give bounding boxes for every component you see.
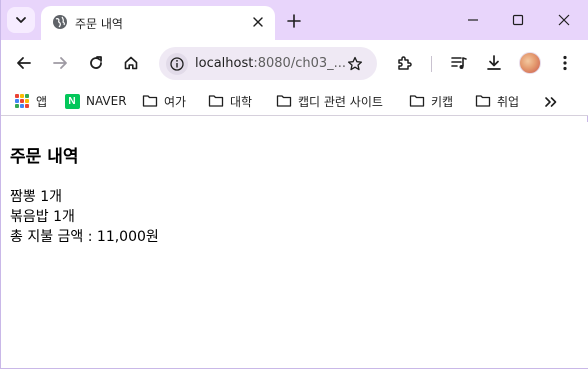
bookmark-label: 앱 xyxy=(36,94,48,109)
bookmark-label: 대학 xyxy=(230,94,253,109)
profile-avatar[interactable] xyxy=(519,52,541,74)
url-host: localhost xyxy=(195,56,254,71)
bookmark-star-button[interactable] xyxy=(345,54,365,74)
folder-icon xyxy=(475,93,491,109)
close-icon xyxy=(253,17,263,27)
order-lines: 짬뽕 1개 볶음밥 1개 총 지불 금액 : 11,000원 xyxy=(10,187,580,247)
tab-close-button[interactable] xyxy=(248,12,268,32)
site-info-button[interactable] xyxy=(166,53,188,75)
extensions-button[interactable] xyxy=(393,51,417,75)
reload-button[interactable] xyxy=(84,51,108,75)
close-window-button[interactable] xyxy=(544,6,584,34)
download-icon xyxy=(487,55,501,70)
page-content: 주문 내역 짬뽕 1개 볶음밥 1개 총 지불 금액 : 11,000원 xyxy=(1,122,588,368)
home-button[interactable] xyxy=(119,51,143,75)
tab-title: 주문 내역 xyxy=(75,17,123,31)
bookmark-label: NAVER xyxy=(86,94,127,108)
more-vertical-icon xyxy=(563,55,567,71)
maximize-icon xyxy=(512,14,524,26)
tab-strip: 주문 내역 xyxy=(1,0,588,40)
reload-icon xyxy=(90,56,102,69)
plus-icon xyxy=(287,14,301,28)
media-control-button[interactable] xyxy=(447,51,471,75)
bookmark-label: 캡디 관련 사이트 xyxy=(298,94,383,109)
order-item-line: 볶음밥 1개 xyxy=(10,209,75,225)
arrow-left-icon xyxy=(17,57,31,69)
url-text[interactable]: localhost:8080/ch03_... xyxy=(195,56,346,71)
bookmarks-overflow-button[interactable] xyxy=(541,93,561,111)
info-icon xyxy=(170,57,184,71)
globe-icon xyxy=(53,15,67,29)
chevron-down-icon xyxy=(16,17,26,23)
order-item-line: 짬뽕 1개 xyxy=(10,189,62,205)
toolbar-divider xyxy=(431,56,432,72)
maximize-button[interactable] xyxy=(498,6,538,34)
tab-search-button[interactable] xyxy=(7,7,35,33)
home-icon xyxy=(124,56,138,70)
bookmark-label: 취업 xyxy=(497,94,520,109)
active-tab[interactable]: 주문 내역 xyxy=(41,6,275,40)
star-icon xyxy=(347,56,363,71)
browser-window: 주문 내역 localhost:8080/ch03_... 앱 N NAVER … xyxy=(0,0,588,369)
bookmarks-bar: 앱 N NAVER 여가 대학 캡디 관련 사이트 키캡 취업 xyxy=(1,86,588,116)
bookmark-folder-capstone[interactable]: 캡디 관련 사이트 xyxy=(276,92,383,110)
bookmark-naver[interactable]: N NAVER xyxy=(64,92,127,110)
url-path: :8080/ch03_... xyxy=(253,56,347,71)
page-heading: 주문 내역 xyxy=(10,147,79,167)
navigation-toolbar: localhost:8080/ch03_... xyxy=(1,40,588,86)
minimize-button[interactable] xyxy=(453,6,493,34)
bookmark-apps[interactable]: 앱 xyxy=(14,92,47,110)
bookmark-label: 키캡 xyxy=(431,94,454,109)
folder-icon xyxy=(208,93,224,109)
menu-button[interactable] xyxy=(553,51,577,75)
address-bar[interactable]: localhost:8080/ch03_... xyxy=(159,47,377,80)
bookmark-label: 여가 xyxy=(164,94,187,109)
close-icon xyxy=(558,14,570,26)
arrow-right-icon xyxy=(53,57,67,69)
downloads-button[interactable] xyxy=(482,51,506,75)
bookmark-folder-university[interactable]: 대학 xyxy=(208,92,252,110)
puzzle-icon xyxy=(398,56,412,70)
playlist-icon xyxy=(451,57,467,69)
order-total-line: 총 지불 금액 : 11,000원 xyxy=(10,229,159,245)
new-tab-button[interactable] xyxy=(282,9,306,33)
double-chevron-right-icon xyxy=(545,97,557,107)
bookmark-folder-leisure[interactable]: 여가 xyxy=(142,92,186,110)
folder-icon xyxy=(409,93,425,109)
bookmark-folder-jobs[interactable]: 취업 xyxy=(475,92,519,110)
folder-icon xyxy=(276,93,292,109)
bookmark-folder-keycap[interactable]: 키캡 xyxy=(409,92,453,110)
folder-icon xyxy=(142,93,158,109)
forward-button[interactable] xyxy=(48,51,72,75)
minimize-icon xyxy=(468,19,478,21)
naver-icon: N xyxy=(64,93,80,109)
back-button[interactable] xyxy=(12,51,36,75)
apps-grid-icon xyxy=(14,93,30,109)
